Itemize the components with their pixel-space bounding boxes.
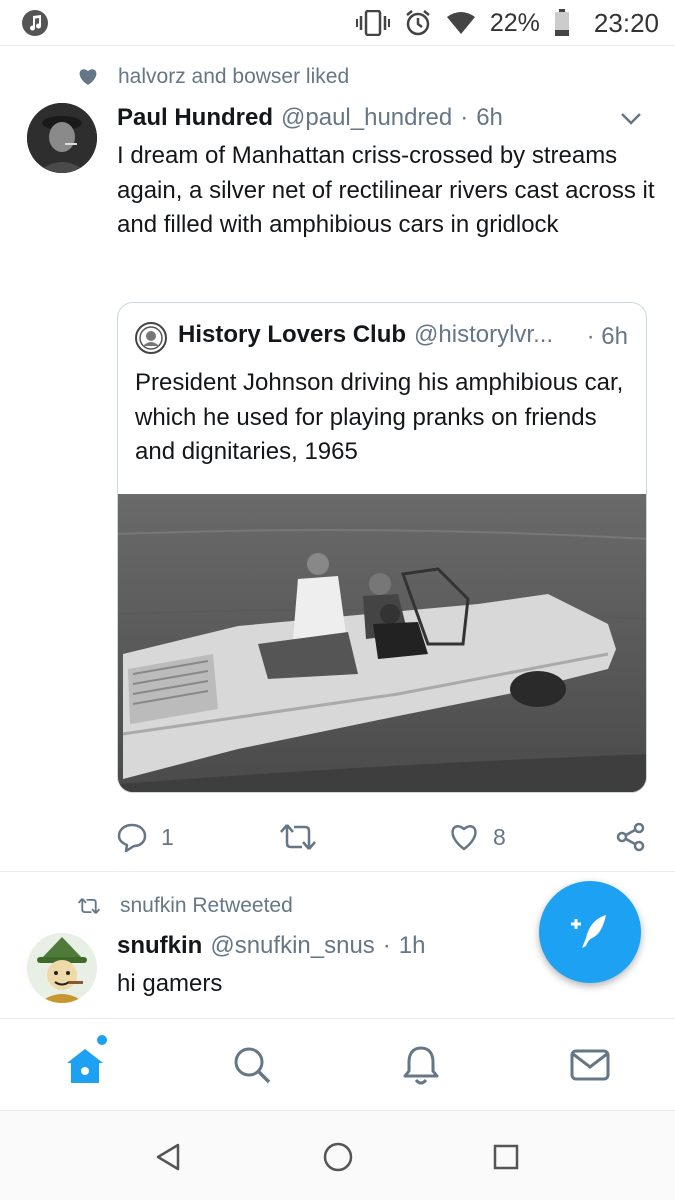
home-button[interactable] xyxy=(320,1139,356,1175)
tab-notifications[interactable] xyxy=(397,1041,445,1089)
clock: 23:20 xyxy=(593,7,659,38)
quoted-text: President Johnson driving his amphibious… xyxy=(135,369,624,465)
home-icon xyxy=(67,1049,103,1083)
quoted-handle: @historylvr... xyxy=(414,321,554,348)
avatar[interactable] xyxy=(27,103,97,173)
quoted-photo[interactable] xyxy=(118,494,646,792)
tweet-time[interactable]: 6h xyxy=(476,104,503,132)
like-button[interactable]: 8 xyxy=(449,815,506,859)
quoted-header: History Lovers Club @historylvr... xyxy=(178,321,553,355)
quoted-tweet[interactable]: History Lovers Club @historylvr... · 6h … xyxy=(117,302,647,793)
author-name[interactable]: snufkin xyxy=(117,932,202,960)
bottom-tab-bar xyxy=(0,1018,675,1111)
retweet-icon xyxy=(78,898,100,914)
bell-icon xyxy=(403,1046,439,1085)
back-triangle-icon xyxy=(156,1143,180,1171)
reply-count: 1 xyxy=(161,823,174,850)
tweet-text: hi gamers xyxy=(117,970,223,997)
separator: · xyxy=(460,104,469,131)
tab-messages[interactable] xyxy=(566,1041,614,1089)
tweet-time[interactable]: 1h xyxy=(399,932,426,960)
retweet-context-text: snufkin Retweeted xyxy=(120,894,293,917)
home-circle-icon xyxy=(323,1142,353,1172)
tweet-header: Paul Hundred @paul_hundred · 6h xyxy=(117,104,503,138)
quoted-time-value: 6h xyxy=(601,323,628,350)
recents-button[interactable] xyxy=(488,1139,524,1175)
vibrate-icon xyxy=(355,10,390,36)
tweet-actions: 1 8 xyxy=(0,815,675,859)
wifi-icon xyxy=(446,11,476,35)
heart-icon xyxy=(79,69,97,85)
new-content-dot xyxy=(97,1035,107,1045)
retweet-icon xyxy=(280,824,316,850)
quoted-separator: · xyxy=(586,323,595,350)
alarm-icon xyxy=(404,9,432,37)
tab-search[interactable] xyxy=(228,1041,276,1089)
reply-icon xyxy=(117,823,147,852)
tab-home[interactable] xyxy=(61,1035,109,1089)
mail-icon xyxy=(570,1049,610,1081)
share-icon xyxy=(616,822,645,852)
battery-percent: 22% xyxy=(489,8,540,37)
retweet-context: snufkin Retweeted xyxy=(78,891,293,921)
liked-context: halvorz and bowser liked xyxy=(78,62,349,92)
back-button[interactable] xyxy=(150,1139,186,1175)
quoted-author-name: History Lovers Club xyxy=(178,321,407,348)
like-count: 8 xyxy=(493,823,506,850)
author-handle[interactable]: @paul_hundred xyxy=(281,104,452,132)
author-name[interactable]: Paul Hundred xyxy=(117,104,273,132)
tweet-header: snufkin @snufkin_snus · 1h xyxy=(117,932,426,966)
music-note-icon xyxy=(22,10,48,36)
share-button[interactable] xyxy=(616,815,646,859)
compose-feather-icon xyxy=(571,915,606,948)
status-bar: 22% 23:20 xyxy=(0,0,675,46)
system-navigation-bar xyxy=(0,1111,675,1200)
battery-icon xyxy=(554,9,570,37)
tweet-text: I dream of Manhattan criss-crossed by st… xyxy=(117,142,655,238)
reply-button[interactable]: 1 xyxy=(117,815,174,859)
avatar[interactable] xyxy=(27,933,97,1003)
tweet-divider xyxy=(0,871,675,872)
search-icon xyxy=(234,1047,271,1084)
heart-outline-icon xyxy=(451,825,477,851)
separator: · xyxy=(382,932,391,959)
chevron-down-icon[interactable] xyxy=(620,112,642,131)
liked-context-text: halvorz and bowser liked xyxy=(118,65,350,88)
quoted-avatar xyxy=(135,322,167,354)
quoted-time: · 6h xyxy=(587,323,628,351)
author-handle[interactable]: @snufkin_snus xyxy=(210,932,374,960)
recents-square-icon xyxy=(493,1144,519,1170)
compose-tweet-button[interactable] xyxy=(539,881,641,983)
retweet-button[interactable] xyxy=(280,815,330,859)
